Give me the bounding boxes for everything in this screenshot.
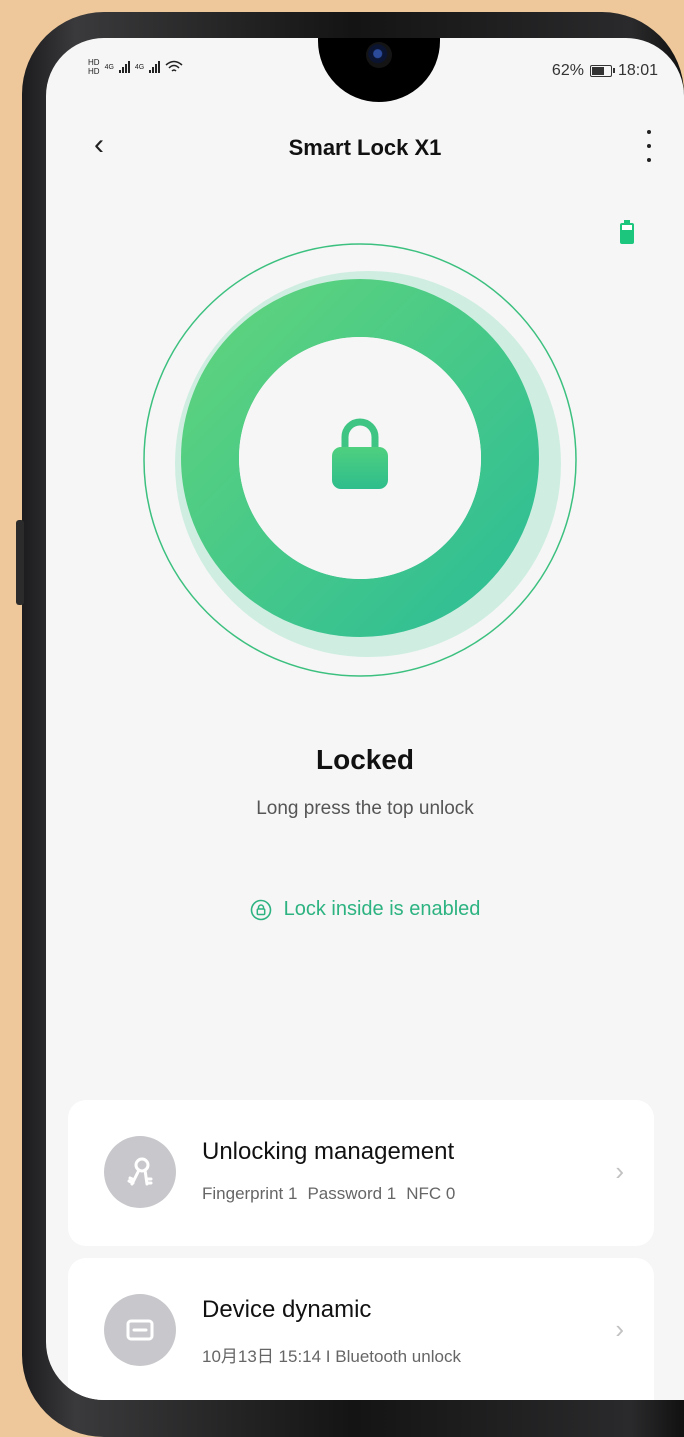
battery-percent: 62% xyxy=(551,62,584,79)
signal1-icon xyxy=(118,61,130,73)
battery-icon xyxy=(589,65,615,77)
chevron-right-icon: › xyxy=(615,1156,624,1186)
camera-notch xyxy=(318,38,440,102)
status-bar-left: HD HD 4G 4G xyxy=(88,58,183,76)
page-title: Smart Lock X1 xyxy=(288,135,442,160)
phone-side-button xyxy=(16,520,24,605)
sim2-label: HD xyxy=(88,67,100,76)
sim1-label: HD xyxy=(88,58,100,67)
fingerprint-count: Fingerprint 1 xyxy=(202,1184,298,1203)
chevron-right-icon: › xyxy=(615,1314,624,1344)
clock: 18:01 xyxy=(617,62,658,79)
unlocking-management-card[interactable]: Unlocking management Fingerprint 1 Passwo… xyxy=(68,1100,654,1246)
password-count: Password 1 xyxy=(307,1184,397,1203)
unlock-hint: Long press the top unlock xyxy=(256,798,474,819)
sim-indicators: HD HD xyxy=(88,58,100,76)
lock-state: Locked xyxy=(315,744,415,775)
lock-circle-icon xyxy=(250,899,271,920)
device-dynamic-card[interactable]: Device dynamic 10月13日 15:14 I Bluetooth … xyxy=(68,1258,654,1400)
card-subtitle: Fingerprint 1 Password 1 NFC 0 xyxy=(202,1184,465,1204)
wifi-icon xyxy=(165,60,183,72)
battery-fill xyxy=(591,67,605,75)
message-card-icon xyxy=(104,1294,176,1366)
card-title: Device dynamic xyxy=(202,1296,372,1323)
signal2-icon xyxy=(149,61,161,73)
network2-label: 4G xyxy=(134,63,145,71)
lock-toggle-button[interactable] xyxy=(290,390,430,530)
lock-battery-icon xyxy=(620,220,634,244)
keys-icon xyxy=(104,1136,176,1208)
status-bar-right: 62% 18:01 xyxy=(552,62,658,80)
more-vertical-icon[interactable] xyxy=(644,130,654,162)
lock-ring xyxy=(142,242,578,678)
app-screen: HD HD 4G 4G 62% 18:01 ‹ Smart Lock X1 Lo… xyxy=(46,38,684,1400)
nfc-count: NFC 0 xyxy=(406,1184,456,1203)
network1-label: 4G xyxy=(104,63,114,71)
lock-inside-status: Lock inside is enabled xyxy=(46,898,684,921)
lock-inside-label: Lock inside is enabled xyxy=(283,898,481,920)
card-title: Unlocking management xyxy=(202,1138,455,1165)
front-camera xyxy=(366,42,392,68)
card-subtitle: 10月13日 15:14 I Bluetooth unlock xyxy=(202,1347,461,1366)
